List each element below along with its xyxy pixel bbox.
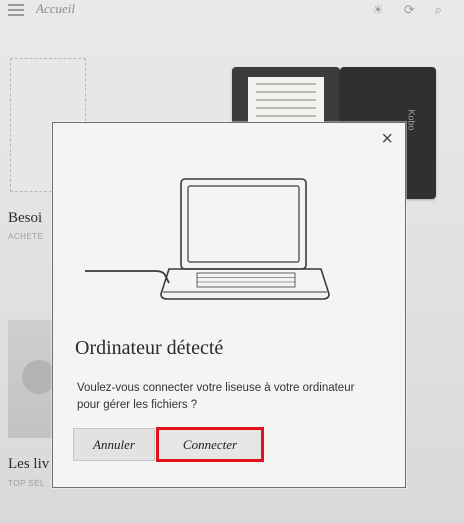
laptop-illustration <box>85 178 330 300</box>
top-bar: Accueil ☀ ⟳ ⌕ <box>0 0 464 22</box>
dialog-title: Ordinateur détecté <box>75 337 224 359</box>
page-title: Accueil <box>36 1 75 16</box>
device-brand: Kobo <box>406 109 417 131</box>
section-subtitle-2: TOP SÉL <box>8 479 45 488</box>
light-icon[interactable]: ☀ <box>372 2 384 18</box>
section-subtitle: ACHETE <box>8 232 44 241</box>
section-title-2: Les liv <box>8 456 50 472</box>
top-icons: ☀ ⟳ ⌕ <box>372 2 442 18</box>
close-icon[interactable]: × <box>381 129 393 149</box>
cover-graphic <box>22 360 56 394</box>
search-icon[interactable]: ⌕ <box>435 2 442 18</box>
section-title: Besoi <box>8 210 43 226</box>
dialog-message: Voulez-vous connecter votre liseuse à vo… <box>77 382 355 411</box>
menu-icon[interactable] <box>8 4 24 16</box>
home-screen: Accueil ☀ ⟳ ⌕ Kobo Besoi ACHETE Les liv … <box>0 0 464 523</box>
computer-detected-dialog: × Ordinateur détecté Voulez-vous connect… <box>52 122 406 488</box>
connect-button[interactable]: Connecter <box>156 427 264 462</box>
sync-icon[interactable]: ⟳ <box>404 2 415 18</box>
cancel-button[interactable]: Annuler <box>73 428 155 461</box>
